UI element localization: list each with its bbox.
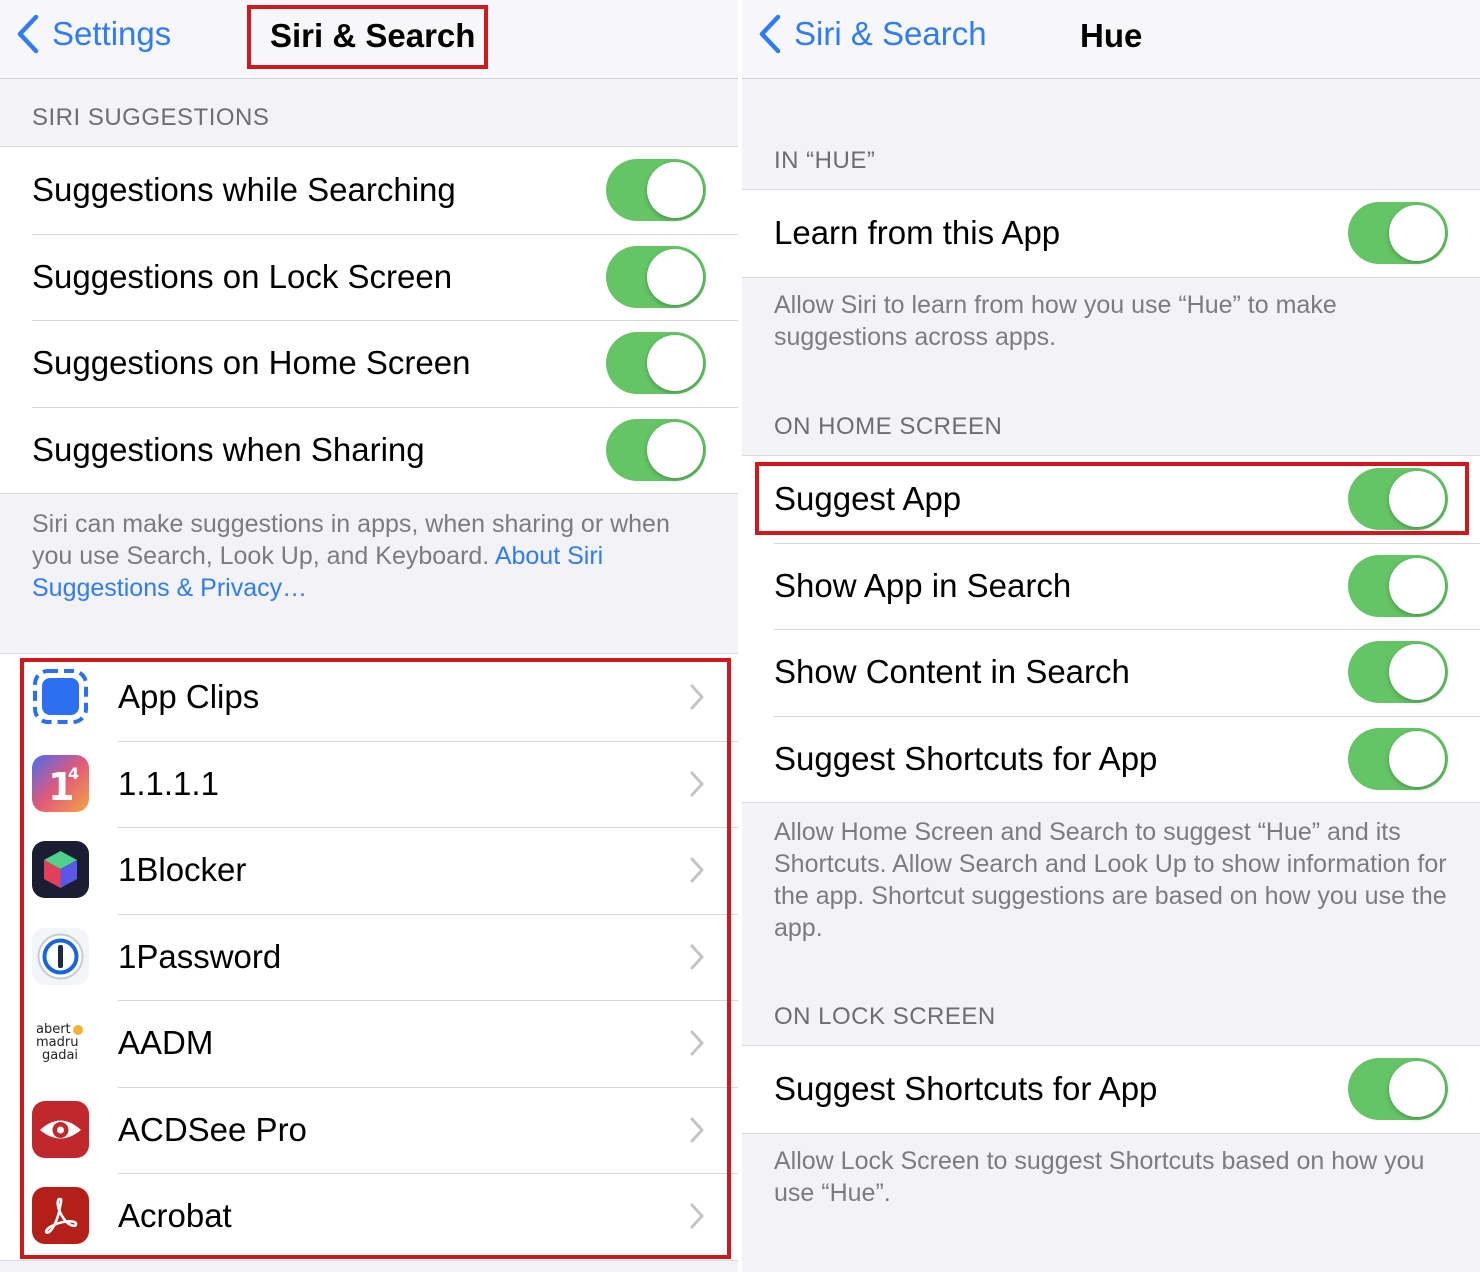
page-title: Hue xyxy=(1080,17,1143,54)
setting-label: Suggest Shortcuts for App xyxy=(774,1070,1158,1108)
section-header: ON LOCK SCREEN xyxy=(774,1003,996,1030)
setting-row: Suggestions on Home Screen xyxy=(0,320,738,407)
svg-text:4: 4 xyxy=(68,764,79,783)
learn-from-app-toggle[interactable] xyxy=(1348,202,1448,265)
page-title: Siri & Search xyxy=(270,17,476,54)
toggle-knob xyxy=(1389,557,1445,614)
toggle-knob xyxy=(1389,1061,1445,1118)
hue-settings-screen: Siri & Search Hue IN “HUE” Learn from th… xyxy=(742,0,1480,1272)
toggle-knob xyxy=(647,162,703,219)
setting-label: Show App in Search xyxy=(774,566,1072,604)
toggle-knob xyxy=(647,421,703,478)
show-content-in-search-toggle[interactable] xyxy=(1348,641,1448,704)
app-clips-icon xyxy=(32,668,89,725)
suggestions-lock-screen-toggle[interactable] xyxy=(606,245,706,308)
suggest-app-toggle[interactable] xyxy=(1348,468,1448,531)
chevron-right-icon xyxy=(690,944,704,969)
suggest-shortcuts-home-toggle[interactable] xyxy=(1348,727,1448,790)
chevron-left-icon xyxy=(17,14,39,54)
setting-row: Suggestions on Lock Screen xyxy=(0,233,738,321)
toggle-knob xyxy=(647,335,703,392)
acdsee-icon xyxy=(32,1100,89,1158)
nav-bar: Settings Siri & Search xyxy=(0,0,738,79)
app-name: 1.1.1.1 xyxy=(118,764,219,802)
app-row-1111[interactable]: 14 1.1.1.1 xyxy=(0,740,738,828)
app-row-1blocker[interactable]: 1Blocker xyxy=(0,827,738,914)
app-row-app-clips[interactable]: App Clips xyxy=(0,654,738,741)
setting-label: Suggest Shortcuts for App xyxy=(774,739,1158,777)
section-header: SIRI SUGGESTIONS xyxy=(32,104,270,131)
nav-bar: Siri & Search Hue xyxy=(742,0,1480,79)
setting-label: Suggest App xyxy=(774,480,962,518)
app-name: 1Password xyxy=(118,937,282,975)
back-label: Siri & Search xyxy=(794,15,987,52)
app-name: Acrobat xyxy=(118,1197,232,1234)
chevron-right-icon xyxy=(690,684,704,710)
app-row-acrobat[interactable]: Acrobat xyxy=(0,1173,738,1260)
siri-suggestions-group: Suggestions while Searching Suggestions … xyxy=(0,146,738,494)
app-name: ACDSee Pro xyxy=(118,1110,307,1148)
app-row-aadm[interactable]: abert madru gadai AADM xyxy=(0,1000,738,1087)
back-button[interactable]: Settings xyxy=(16,14,171,54)
svg-text:gadai: gadai xyxy=(42,1048,78,1063)
setting-label: Suggestions on Lock Screen xyxy=(32,257,453,295)
siri-search-screen: Settings Siri & Search SIRI SUGGESTIONS … xyxy=(0,0,738,1272)
setting-row: Suggest Shortcuts for App xyxy=(742,1046,1480,1133)
chevron-right-icon xyxy=(690,771,704,796)
suggest-shortcuts-lock-toggle[interactable] xyxy=(1348,1058,1448,1121)
aadm-icon: abert madru gadai xyxy=(32,1014,89,1071)
suggestions-when-sharing-toggle[interactable] xyxy=(606,418,706,481)
1blocker-icon xyxy=(32,841,89,898)
app-row-1password[interactable]: 1Password xyxy=(0,913,738,1001)
cloudflare-1111-icon: 14 xyxy=(32,754,89,812)
suggestions-while-searching-toggle[interactable] xyxy=(606,159,706,222)
section-footer: Allow Lock Screen to suggest Shortcuts b… xyxy=(774,1147,1425,1207)
chevron-right-icon xyxy=(690,1117,704,1142)
chevron-right-icon xyxy=(690,1030,704,1056)
toggle-knob xyxy=(647,248,703,305)
toggle-knob xyxy=(1389,471,1445,528)
setting-row: Suggestions while Searching xyxy=(0,147,738,234)
toggle-knob xyxy=(1389,205,1445,262)
setting-label: Learn from this App xyxy=(774,214,1061,252)
home-screen-group: Suggest App Show App in Search Show Cont… xyxy=(742,455,1480,803)
chevron-right-icon xyxy=(690,857,704,883)
setting-row: Suggestions when Sharing xyxy=(0,406,738,494)
app-name: 1Blocker xyxy=(118,851,247,888)
1password-icon xyxy=(32,927,89,985)
setting-label: Show Content in Search xyxy=(774,653,1130,691)
setting-label: Suggestions when Sharing xyxy=(32,430,425,468)
show-app-in-search-toggle[interactable] xyxy=(1348,554,1448,617)
setting-row: Suggest App xyxy=(742,456,1480,543)
back-button[interactable]: Siri & Search xyxy=(758,14,987,54)
app-name: AADM xyxy=(118,1024,214,1061)
setting-row: Learn from this App xyxy=(742,190,1480,277)
section-header: ON HOME SCREEN xyxy=(774,413,1003,440)
app-row-acdsee[interactable]: ACDSee Pro xyxy=(0,1086,738,1174)
back-label: Settings xyxy=(52,15,172,52)
suggestions-home-screen-toggle[interactable] xyxy=(606,332,706,395)
section-footer: Allow Home Screen and Search to suggest … xyxy=(774,818,1447,942)
acrobat-icon xyxy=(32,1187,89,1244)
lock-screen-group: Suggest Shortcuts for App xyxy=(742,1045,1480,1134)
chevron-right-icon xyxy=(690,1203,704,1229)
app-name: App Clips xyxy=(118,678,260,715)
toggle-knob xyxy=(1389,644,1445,701)
setting-label: Suggestions on Home Screen xyxy=(32,344,471,382)
setting-row: Show Content in Search xyxy=(742,629,1480,716)
toggle-knob xyxy=(1389,730,1445,787)
app-list: App Clips 14 1.1.1.1 1Blocker 1Password xyxy=(0,653,738,1261)
in-app-group: Learn from this App xyxy=(742,189,1480,278)
section-header: IN “HUE” xyxy=(774,147,876,174)
section-footer: Siri can make suggestions in apps, when … xyxy=(32,508,692,604)
setting-row: Suggest Shortcuts for App xyxy=(742,715,1480,803)
chevron-left-icon xyxy=(759,14,781,54)
setting-row: Show App in Search xyxy=(742,542,1480,630)
setting-label: Suggestions while Searching xyxy=(32,171,456,209)
section-footer: Allow Siri to learn from how you use “Hu… xyxy=(774,291,1337,351)
